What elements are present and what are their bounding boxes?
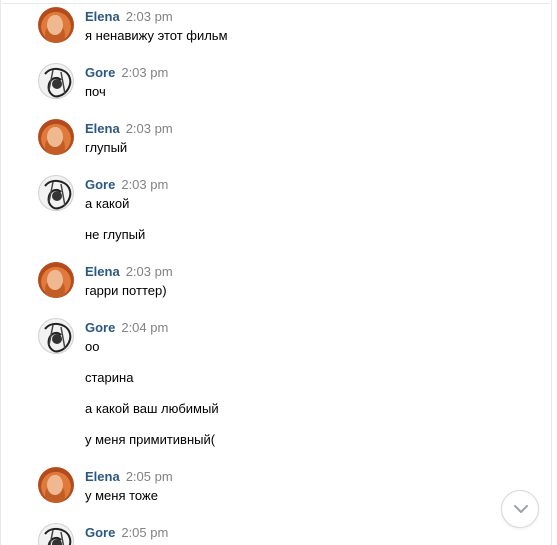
author-name[interactable]: Elena — [85, 9, 120, 24]
message-time[interactable]: 2:03 pm — [121, 65, 168, 80]
chevron-down-icon — [514, 505, 528, 513]
message-time[interactable]: 2:03 pm — [126, 121, 173, 136]
message-group: Elena 2:05 pm у меня тоже — [38, 467, 518, 507]
message-time[interactable]: 2:04 pm — [121, 320, 168, 335]
message-text: гарри поттер) — [85, 283, 167, 298]
author-name[interactable]: Gore — [85, 65, 115, 80]
message-header: Elena 2:03 pm — [85, 121, 173, 137]
divider — [2, 3, 550, 4]
message-header: Elena 2:03 pm — [85, 9, 173, 25]
message-header: Gore 2:03 pm — [85, 65, 168, 81]
author-name[interactable]: Elena — [85, 469, 120, 484]
message-text: старина — [85, 370, 134, 385]
avatar[interactable] — [38, 318, 74, 354]
avatar[interactable] — [38, 63, 74, 99]
author-name[interactable]: Elena — [85, 264, 120, 279]
message-time[interactable]: 2:03 pm — [126, 9, 173, 24]
message-text: я ненавижу этот фильм — [85, 28, 228, 43]
author-name[interactable]: Gore — [85, 525, 115, 540]
message-text: оо — [85, 339, 100, 354]
message-text: поч — [85, 84, 106, 99]
message-time[interactable]: 2:03 pm — [121, 177, 168, 192]
message-text: глупый — [85, 140, 128, 155]
avatar[interactable] — [38, 262, 74, 298]
message-group: Gore 2:03 pm поч — [38, 63, 518, 103]
message-group: Elena 2:03 pm глупый — [38, 119, 518, 159]
message-time[interactable]: 2:05 pm — [126, 469, 173, 484]
message-time[interactable]: 2:03 pm — [126, 264, 173, 279]
message-text: у меня тоже — [85, 488, 158, 503]
message-text: а какой ваш любимый — [85, 401, 219, 416]
message-group: Gore 2:05 pm — [38, 523, 518, 545]
message-header: Gore 2:04 pm — [85, 320, 168, 336]
message-header: Elena 2:03 pm — [85, 264, 173, 280]
avatar[interactable] — [38, 7, 74, 43]
message-text: а какой — [85, 196, 130, 211]
message-header: Elena 2:05 pm — [85, 469, 173, 485]
author-name[interactable]: Elena — [85, 121, 120, 136]
avatar[interactable] — [38, 523, 74, 545]
message-group: Gore 2:04 pm оо старина а какой ваш любим… — [38, 318, 518, 454]
author-name[interactable]: Gore — [85, 177, 115, 192]
message-group: Elena 2:03 pm я ненавижу этот фильм — [38, 7, 518, 47]
author-name[interactable]: Gore — [85, 320, 115, 335]
scroll-to-bottom-button[interactable] — [501, 490, 539, 528]
avatar[interactable] — [38, 467, 74, 503]
message-time[interactable]: 2:05 pm — [121, 525, 168, 540]
message-group: Gore 2:03 pm а какой не глупый — [38, 175, 518, 247]
message-text: у меня примитивный( — [85, 432, 216, 447]
message-group: Elena 2:03 pm гарри поттер) — [38, 262, 518, 302]
message-header: Gore 2:03 pm — [85, 177, 168, 193]
avatar[interactable] — [38, 175, 74, 211]
message-text: не глупый — [85, 227, 146, 242]
chat-history: Elena 2:03 pm я ненавижу этот фильм Gore 2… — [0, 0, 552, 545]
message-header: Gore 2:05 pm — [85, 525, 168, 541]
avatar[interactable] — [38, 119, 74, 155]
